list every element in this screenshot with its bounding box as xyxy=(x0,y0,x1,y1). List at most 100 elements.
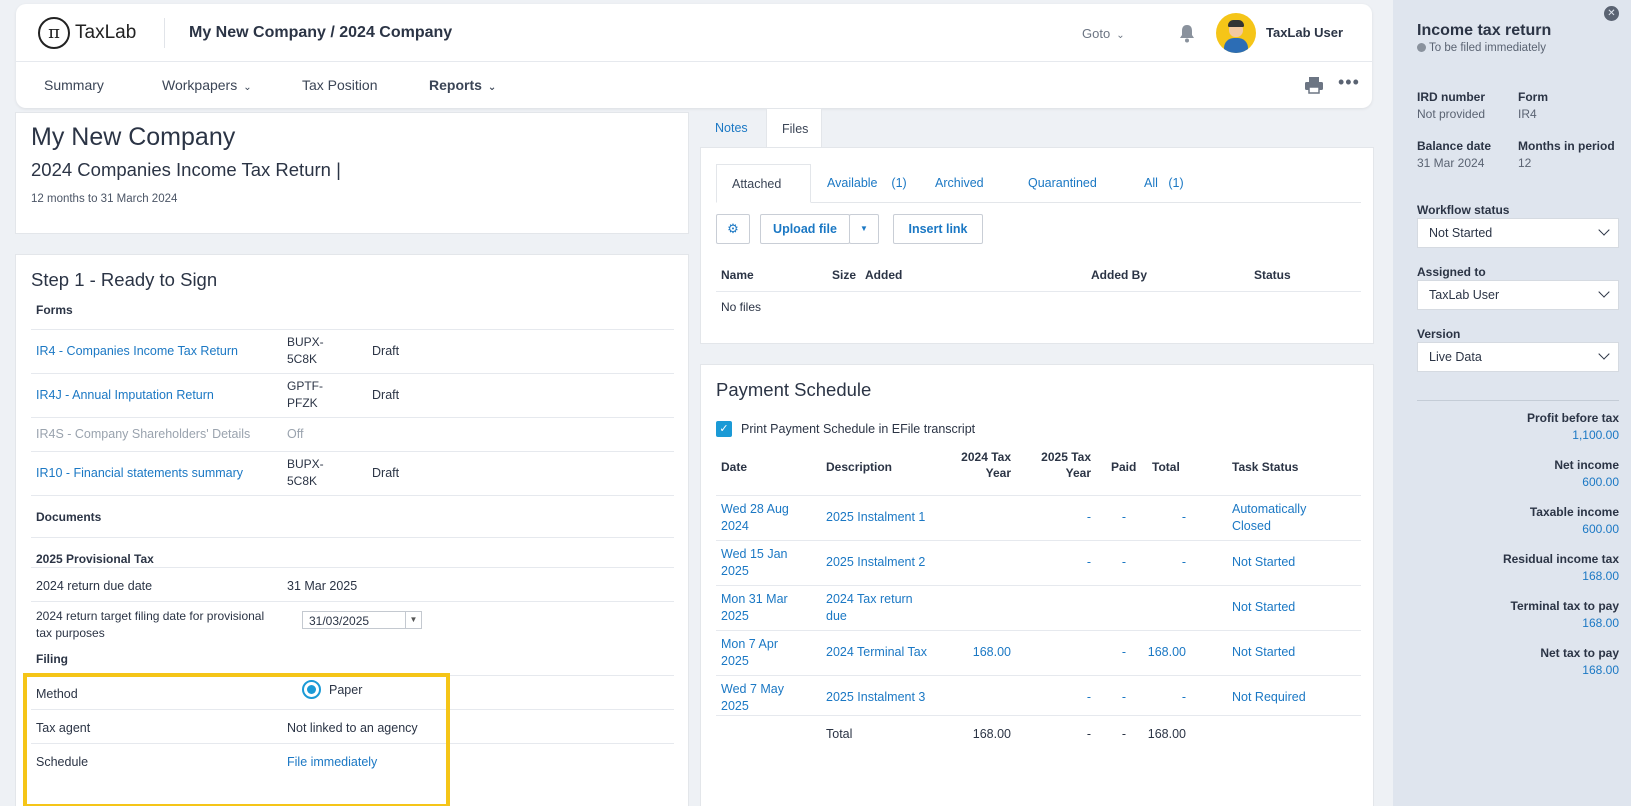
workflow-status-label: Workflow status xyxy=(1417,203,1510,217)
subtab-all-label: All xyxy=(1144,176,1158,190)
col-status[interactable]: Status xyxy=(1254,268,1291,282)
payment-paid-value: - xyxy=(1121,645,1126,659)
col-task-status: Task Status xyxy=(1232,460,1299,474)
payment-paid-value: - xyxy=(1121,690,1126,704)
caret-down-icon[interactable]: ▼ xyxy=(405,612,421,628)
summary-value-link[interactable]: 168.00 xyxy=(1582,569,1619,583)
forms-heading: Forms xyxy=(36,303,73,317)
workflow-status-value: Not Started xyxy=(1429,226,1493,240)
return-title: 2024 Companies Income Tax Return | xyxy=(31,159,341,180)
payment-total-value: - xyxy=(1181,690,1186,704)
check-icon: ✓ xyxy=(719,423,729,435)
summary-value-link[interactable]: 168.00 xyxy=(1582,616,1619,630)
filing-heading: Filing xyxy=(36,652,68,666)
payment-date-link[interactable]: Wed 7 May 2025 xyxy=(721,681,784,715)
chevron-down-icon: ⌄ xyxy=(1116,30,1125,41)
upload-dropdown-button[interactable]: ▼ xyxy=(849,214,879,244)
form-code: BUPX- 5C8K xyxy=(287,335,324,366)
payment-task-status-link[interactable]: Not Required xyxy=(1232,689,1306,706)
summary-value-link[interactable]: 1,100.00 xyxy=(1572,428,1619,442)
ird-label: IRD number xyxy=(1417,90,1486,104)
top-header: π TaxLab My New Company / 2024 Company G… xyxy=(16,4,1372,108)
tab-files[interactable]: Files xyxy=(766,108,822,148)
nav-tax-position[interactable]: Tax Position xyxy=(302,77,377,93)
payment-date-link[interactable]: Wed 15 Jan 2025 xyxy=(721,546,787,580)
workflow-status-select[interactable]: Not Started xyxy=(1417,218,1619,248)
form-code: GPTF- PFZK xyxy=(287,379,323,410)
summary-value-link[interactable]: 600.00 xyxy=(1582,475,1619,489)
summary-value-link[interactable]: 168.00 xyxy=(1582,663,1619,677)
payment-row: Mon 31 Mar 2025 2024 Tax return due Not St… xyxy=(716,585,1361,630)
form-status: Draft xyxy=(372,388,400,402)
col-added-by[interactable]: Added By xyxy=(1091,268,1147,282)
chevron-down-icon xyxy=(1598,286,1610,298)
col-date: Date xyxy=(721,460,748,474)
settings-button[interactable]: ⚙ xyxy=(716,214,750,244)
payment-description-link[interactable]: 2024 Tax return due xyxy=(826,591,913,625)
logo-pi-icon: π xyxy=(38,16,70,49)
logo[interactable]: π TaxLab xyxy=(16,16,156,49)
bell-icon[interactable] xyxy=(1178,23,1196,43)
col-name[interactable]: Name xyxy=(721,268,754,282)
side-title: Income tax return xyxy=(1417,22,1552,39)
subtab-attached[interactable]: Attached xyxy=(716,164,811,203)
target-date-row: 2024 return target filing date for provi… xyxy=(31,601,674,651)
close-icon[interactable]: ✕ xyxy=(1604,6,1619,21)
chevron-down-icon: ⌄ xyxy=(487,82,497,93)
payment-task-status-link[interactable]: Not Started xyxy=(1232,554,1295,571)
ird-value: Not provided xyxy=(1417,107,1486,121)
months-value: 12 xyxy=(1518,156,1532,170)
form-link-ir10[interactable]: IR10 - Financial statements summary xyxy=(36,466,243,480)
printer-icon[interactable] xyxy=(1304,76,1324,94)
avatar[interactable] xyxy=(1216,13,1256,53)
chevron-down-icon xyxy=(1598,224,1610,236)
version-select[interactable]: Live Data xyxy=(1417,342,1619,372)
payment-task-status-link[interactable]: Not Started xyxy=(1232,644,1295,661)
print-schedule-checkbox[interactable]: ✓ xyxy=(716,421,732,437)
clock-icon xyxy=(1417,43,1426,52)
summary-value-link[interactable]: 600.00 xyxy=(1582,522,1619,536)
total-label: Total xyxy=(826,727,853,741)
breadcrumb[interactable]: My New Company / 2024 Company xyxy=(189,24,452,42)
subtab-archived[interactable]: Archived xyxy=(935,176,984,190)
more-options-icon[interactable]: ••• xyxy=(1338,72,1360,93)
tab-notes[interactable]: Notes xyxy=(700,108,766,148)
col-paid: Paid xyxy=(1111,460,1137,474)
col-size[interactable]: Size xyxy=(832,268,856,282)
assigned-to-label: Assigned to xyxy=(1417,265,1486,279)
due-date-value: 31 Mar 2025 xyxy=(287,579,358,593)
form-link-ir4j[interactable]: IR4J - Annual Imputation Return xyxy=(36,388,214,402)
payment-date-link[interactable]: Wed 28 Aug 2024 xyxy=(721,501,789,535)
payment-date-link[interactable]: Mon 7 Apr 2025 xyxy=(721,636,778,670)
upload-file-button[interactable]: Upload file xyxy=(760,214,850,244)
step-title: Step 1 - Ready to Sign xyxy=(31,269,218,290)
subtab-quarantined[interactable]: Quarantined xyxy=(1028,176,1097,190)
nav-summary[interactable]: Summary xyxy=(44,77,104,93)
balance-date-label: Balance date xyxy=(1417,139,1492,153)
subtab-all[interactable]: All (1) xyxy=(1144,176,1184,190)
payment-date-link[interactable]: Mon 31 Mar 2025 xyxy=(721,591,788,625)
company-name: My New Company xyxy=(31,123,236,151)
due-date-row: 2024 return due date 31 Mar 2025 xyxy=(31,567,674,601)
payment-task-status-link[interactable]: Automatically Closed xyxy=(1232,501,1306,535)
target-date-input[interactable]: 31/03/2025 ▼ xyxy=(302,611,422,629)
user-name[interactable]: TaxLab User xyxy=(1266,25,1343,40)
form-link-ir4[interactable]: IR4 - Companies Income Tax Return xyxy=(36,344,238,358)
insert-link-button[interactable]: Insert link xyxy=(893,214,983,244)
payment-description-link[interactable]: 2025 Instalment 2 xyxy=(826,554,925,571)
payment-description-link[interactable]: 2024 Terminal Tax xyxy=(826,644,927,661)
payment-paid-value: - xyxy=(1121,510,1126,524)
col-added[interactable]: Added xyxy=(865,268,902,282)
goto-dropdown[interactable]: Goto ⌄ xyxy=(1082,26,1125,41)
subtab-available[interactable]: Available (1) xyxy=(827,176,907,190)
payment-description-link[interactable]: 2025 Instalment 3 xyxy=(826,689,925,706)
print-schedule-label[interactable]: Print Payment Schedule in EFile transcri… xyxy=(741,422,975,436)
payment-task-status-link[interactable]: Not Started xyxy=(1232,599,1295,616)
divider xyxy=(1417,400,1619,401)
payment-description-link[interactable]: 2025 Instalment 1 xyxy=(826,509,925,526)
nav-reports[interactable]: Reports ⌄ xyxy=(429,77,496,93)
nav-workpapers[interactable]: Workpapers ⌄ xyxy=(162,77,252,93)
assigned-to-select[interactable]: TaxLab User xyxy=(1417,280,1619,310)
months-label: Months in period xyxy=(1518,139,1615,153)
empty-files-text: No files xyxy=(721,300,762,314)
